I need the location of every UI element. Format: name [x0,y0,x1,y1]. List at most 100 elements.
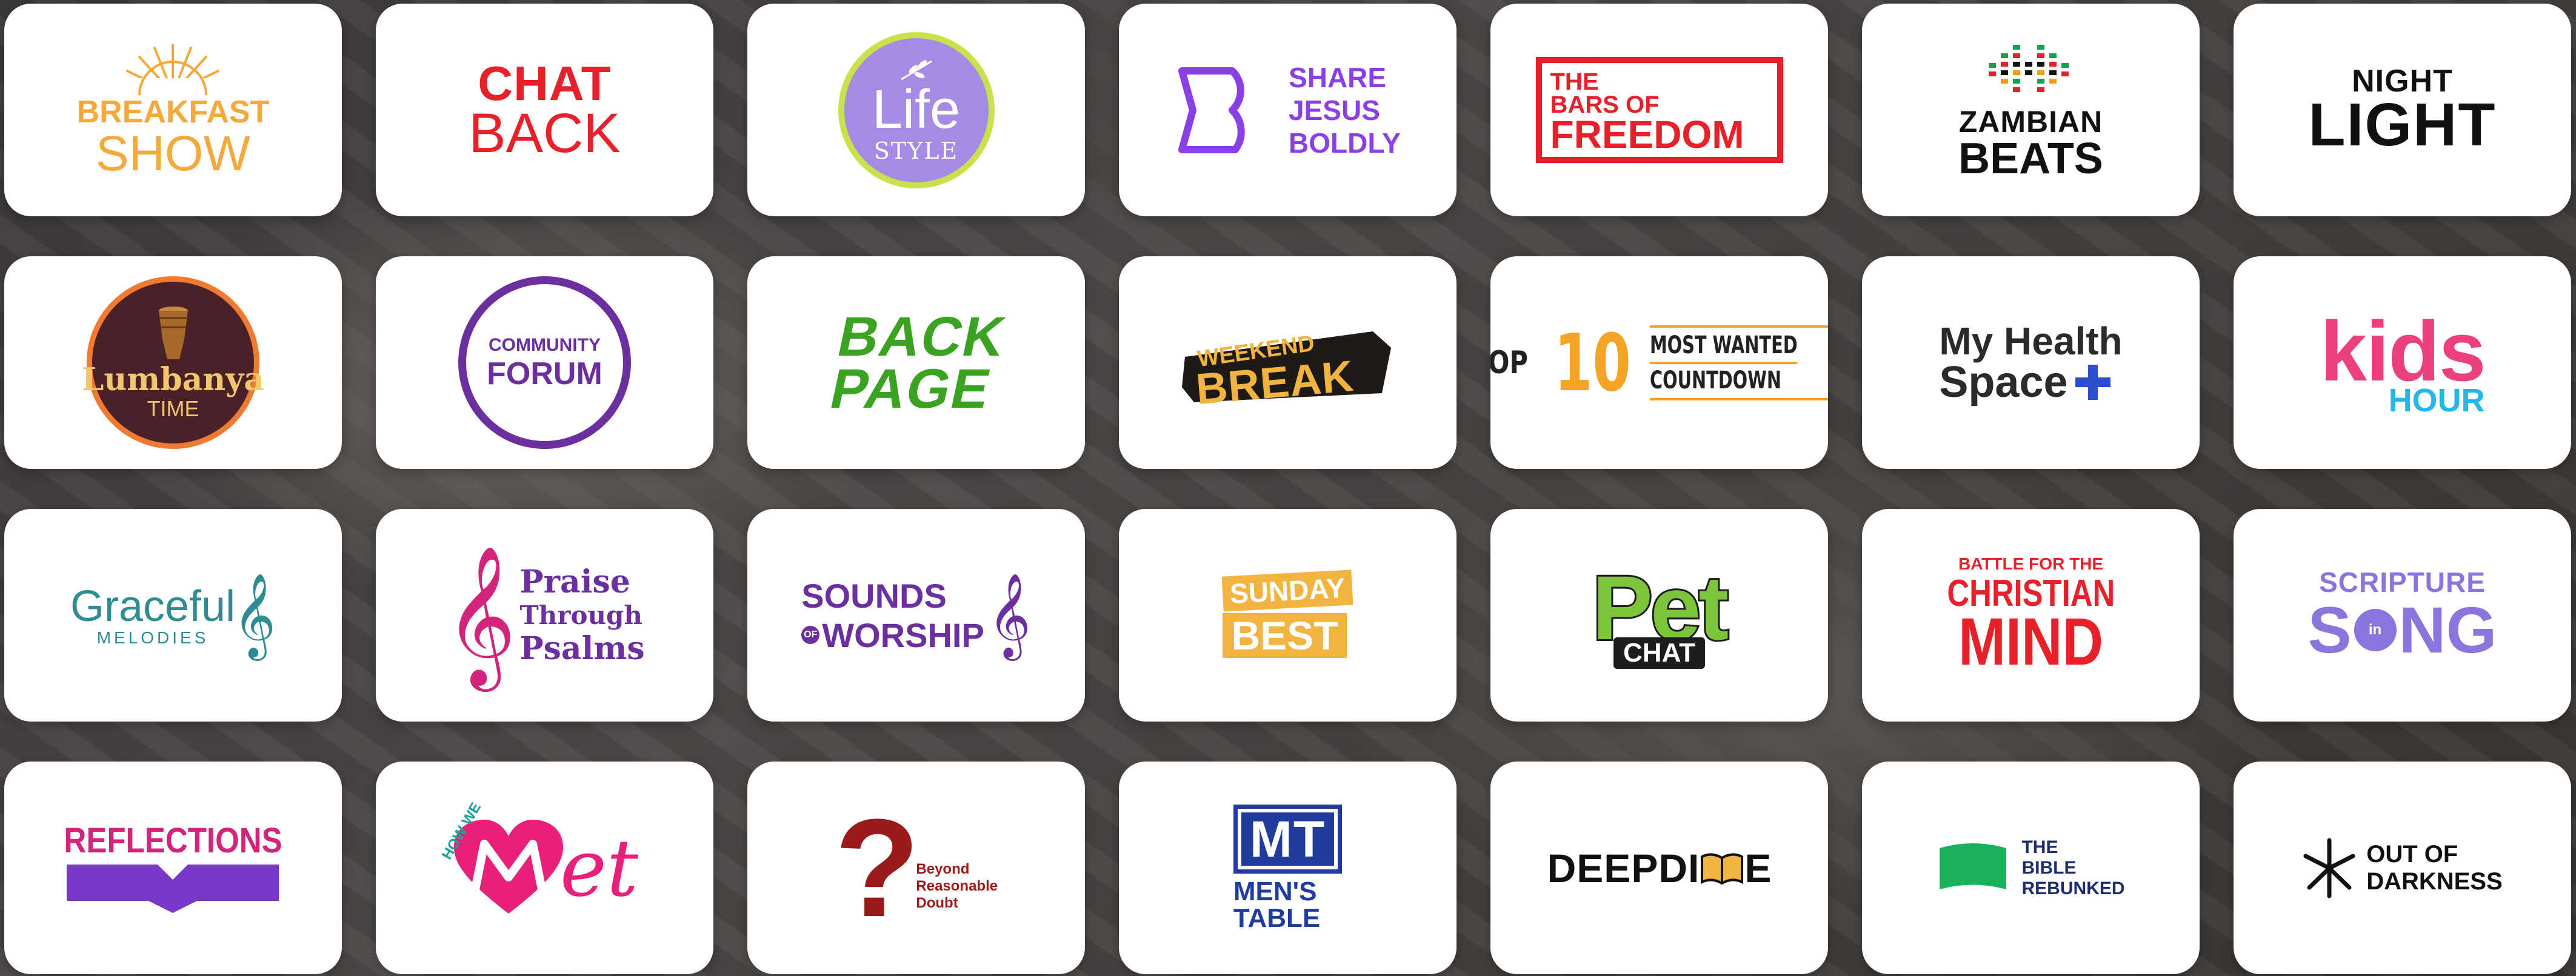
tile-line-3: Doubt [916,894,958,911]
tile-top-label: TOP [1490,344,1528,381]
tile-line-1: OUT OF [2366,840,2458,868]
tile-breakfast-show[interactable]: BREAKFAST SHOW [4,4,342,216]
treble-clef-icon: 𝄞 [233,574,276,656]
tile-line-1: SOUNDS [801,576,947,615]
tile-back-page[interactable]: BACK PAGE [747,256,1085,469]
tile-title: BACK [832,305,1012,368]
tile-title: Life [872,79,961,140]
tile-weekend-break[interactable]: WEEKEND BREAK [1119,256,1457,469]
tile-deep-dive[interactable]: DEEPDI E [1490,762,1828,974]
starburst-icon [2303,838,2355,898]
tile-battle-christian-mind[interactable]: BATTLE FOR THE CHRISTIAN MIND [1862,509,2200,722]
treble-clef-icon: 𝄞 [444,547,516,683]
tile-lumbanya-time[interactable]: Lumbanya TIME [4,256,342,469]
tile-out-of-darkness[interactable]: OUT OF DARKNESS [2234,762,2571,974]
tile-letters-ng: NG [2398,593,2497,666]
bold-b-icon [1178,67,1245,153]
tile-title: BREAKFAST [76,94,270,130]
tile-script: et [559,822,639,914]
tile-beyond-reasonable-doubt[interactable]: ? Beyond Reasonable Doubt [747,762,1085,974]
tile-praise-through-psalms[interactable]: 𝄞 Praise Through Psalms [376,509,713,722]
tile-line-2: OF [801,626,820,644]
tile-title: DEEPDI [1547,845,1700,891]
tile-line-1: MEN'S [1233,876,1317,906]
tile-subtitle: SHOW [95,125,251,181]
tile-line-3: REBUNKED [2021,878,2125,898]
tile-line-1: BATTLE FOR THE [1958,554,2103,573]
tile-pet-chat[interactable]: Pet CHAT [1490,509,1828,722]
sunrise-icon [112,43,234,96]
tile-kids-hour[interactable]: kids HOUR [2234,256,2571,469]
tile-line-2: JESUS [1289,94,1380,126]
tile-title: Lumbanya [81,360,265,398]
tile-title: COMMUNITY [489,334,601,355]
tile-night-light[interactable]: NIGHT LIGHT [2234,4,2571,216]
tile-subtitle: BACK [469,102,621,164]
tile-title: Graceful [70,582,236,631]
tile-subtitle: BEST [1223,612,1347,658]
tile-title: kids [2320,303,2486,399]
tile-line-3: MIND [1958,604,2103,679]
tile-community-forum[interactable]: COMMUNITY FORUM [376,256,713,469]
weekend-break-logo: WEEKEND BREAK [1179,320,1397,414]
tile-subtitle: CHAT [1613,637,1705,669]
tile-monogram: MT [1241,812,1335,866]
tile-share-jesus-boldly[interactable]: SHARE JESUS BOLDLY [1119,4,1457,216]
shows-grid: BREAKFAST SHOW CHAT BACK Life STYLE SHAR… [4,4,2571,974]
tile-top-10[interactable]: TOP 10 MOST WANTED COUNTDOWN [1490,256,1828,469]
tile-title: CHAT [478,56,612,110]
bookmark-flag-icon [1940,843,2007,889]
tile-subtitle: BEATS [1958,134,2103,183]
tile-line-1: MOST WANTED [1649,331,1798,359]
tile-chat-back[interactable]: CHAT BACK [376,4,713,216]
tile-line-3: FREEDOM [1550,113,1744,157]
tile-title-end: E [1744,845,1772,891]
tile-subtitle: FORUM [487,356,602,391]
tile-subtitle: HOUR [2388,382,2485,419]
tile-zambian-beats[interactable]: ZAMBIAN BEATS [1862,4,2200,216]
open-book-shape [67,864,279,913]
tile-sunday-best[interactable]: SUNDAY BEST [1119,509,1457,722]
tile-subtitle: PAGE [824,357,997,420]
open-book-icon [1701,853,1744,885]
tile-mens-table[interactable]: MT MEN'S TABLE [1119,762,1457,974]
tile-title: SCRIPTURE [2319,566,2486,598]
tile-title: My Health [1939,319,2123,363]
tile-bible-rebunked[interactable]: THE BIBLE REBUNKED [1862,762,2200,974]
tile-bars-of-freedom[interactable]: THE BARS OF FREEDOM [1490,4,1828,216]
tile-letter-s: S [2307,593,2352,666]
tile-line-3: BOLDLY [1289,127,1401,159]
tile-line-2: Through [519,600,642,630]
tile-title: REFLECTIONS [64,820,282,860]
tile-how-we-met[interactable]: HOW WE et [376,762,713,974]
tile-my-health-space[interactable]: My Health Space [1862,256,2200,469]
tile-line-2: TABLE [1233,903,1321,933]
tile-line-1: THE [1550,68,1599,96]
tile-title: SUNDAY [1222,569,1353,612]
question-mark-icon: ? [834,790,920,946]
tile-line-2: BIBLE [2021,857,2077,878]
tile-graceful-melodies[interactable]: Graceful MELODIES 𝄞 [4,509,342,722]
tile-number: 10 [1553,316,1631,409]
equalizer-icon [1988,44,2069,92]
tile-in-badge: in [2354,608,2397,651]
tile-life-style[interactable]: Life STYLE [747,4,1085,216]
tile-title: ZAMBIAN [1958,104,2103,139]
leaf-sprig-icon [900,59,932,80]
plus-icon [2075,364,2111,400]
tile-line-1: THE [2021,837,2058,857]
treble-clef-icon: 𝄞 [987,574,1031,656]
tile-reflections[interactable]: REFLECTIONS [4,762,342,974]
drum-icon [158,306,188,359]
tile-subtitle: STYLE [873,137,959,164]
tile-line-2: DARKNESS [2366,868,2503,895]
tile-scripture-in-song[interactable]: SCRIPTURE S in NG [2234,509,2571,722]
tile-subtitle: MELODIES [96,628,209,647]
tile-line-1: Praise [519,563,630,600]
tile-line-2: COUNTDOWN [1649,361,1798,394]
tile-sounds-of-worship[interactable]: SOUNDS OF WORSHIP 𝄞 [747,509,1085,722]
tile-line-1: Beyond [916,860,970,877]
tile-subtitle: LIGHT [2308,90,2497,159]
tile-subtitle: Space [1939,357,2068,407]
tile-line-3: Psalms [519,630,645,667]
